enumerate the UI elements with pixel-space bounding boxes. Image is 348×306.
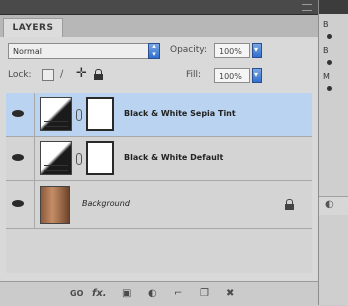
adjacent-panel-bullet-icon [327,34,332,39]
layer-mask-thumbnail[interactable] [86,97,114,131]
layer-name[interactable]: Black & White Sepia Tint [124,109,236,118]
lock-transparent-pixels-icon[interactable] [42,69,54,81]
layer-name[interactable]: Black & White Default [124,153,223,162]
fill-dropdown-icon[interactable] [252,68,262,83]
tab-layers[interactable]: LAYERS [3,18,63,37]
adjacent-panel-label: M [323,72,330,81]
lock-all-icon[interactable] [94,69,103,81]
new-layer-icon[interactable]: ❐ [200,287,209,301]
layers-list-empty-area [6,229,312,273]
blend-mode-select[interactable]: Normal [8,43,158,59]
layers-list: Black & White Sepia Tint Black & White D… [6,93,312,273]
fill-input[interactable]: 100% [214,68,250,83]
adjacent-panel-footer: ◐ [319,196,348,215]
lock-position-icon[interactable]: ✛ [76,67,90,81]
adjacent-panel-label: B [323,20,329,29]
mask-link-icon[interactable] [76,109,82,121]
new-adjustment-layer-icon[interactable]: ◐ [148,287,157,301]
new-group-folder-icon[interactable]: ⌐ [174,287,182,301]
layer-name[interactable]: Background [82,199,130,208]
layers-panel: Normal Opacity: 100% Lock: ∕ ✛ Fill: 100… [0,37,318,306]
link-layers-icon[interactable]: GO [70,287,83,301]
delete-layer-trash-icon[interactable]: ✖ [226,287,234,301]
adjacent-panel: B B M ◐ [318,0,348,305]
layers-footer-toolbar: GO fx. ▣ ◐ ⌐ ❐ ✖ [0,281,318,306]
lock-image-pixels-icon[interactable]: ∕ [60,69,72,81]
visibility-eye-icon[interactable] [12,199,26,209]
adjacent-panel-title-bar [319,0,348,14]
layer-locked-icon [285,199,294,210]
layer-row-background[interactable]: Background [6,181,312,229]
background-layer-thumbnail[interactable] [40,186,70,224]
layers-window: LAYERS Normal Opacity: 100% Lock: ∕ ✛ Fi… [0,0,348,306]
layer-row-sepia-tint[interactable]: Black & White Sepia Tint [6,93,312,137]
panel-menu-grip-icon[interactable] [302,4,312,11]
layer-mask-thumbnail[interactable] [86,141,114,175]
blend-mode-spinner-icon[interactable] [148,42,160,59]
adjacent-panel-label: B [323,46,329,55]
adjustment-layer-thumbnail-icon[interactable] [40,97,72,131]
visibility-eye-icon[interactable] [12,109,26,119]
opacity-dropdown-icon[interactable] [252,43,262,58]
fill-label: Fill: [186,70,202,80]
lock-fill-row: Lock: ∕ ✛ Fill: 100% [8,67,308,85]
lock-label: Lock: [8,70,32,80]
visibility-eye-icon[interactable] [12,153,26,163]
layer-row-bw-default[interactable]: Black & White Default [6,137,312,181]
panel-tab-row: LAYERS [0,15,318,38]
opacity-input[interactable]: 100% [214,43,250,58]
add-mask-icon[interactable]: ▣ [122,287,131,301]
panel-title-bar[interactable] [0,0,318,15]
adjacent-panel-bullet-icon [327,60,332,65]
opacity-label: Opacity: [170,45,207,55]
adjustment-layer-thumbnail-icon[interactable] [40,141,72,175]
mask-link-icon[interactable] [76,153,82,165]
adjacent-panel-bullet-icon [327,86,332,91]
adjacent-panel-icon[interactable]: ◐ [325,199,334,210]
layer-style-fx-icon[interactable]: fx. [92,287,107,301]
